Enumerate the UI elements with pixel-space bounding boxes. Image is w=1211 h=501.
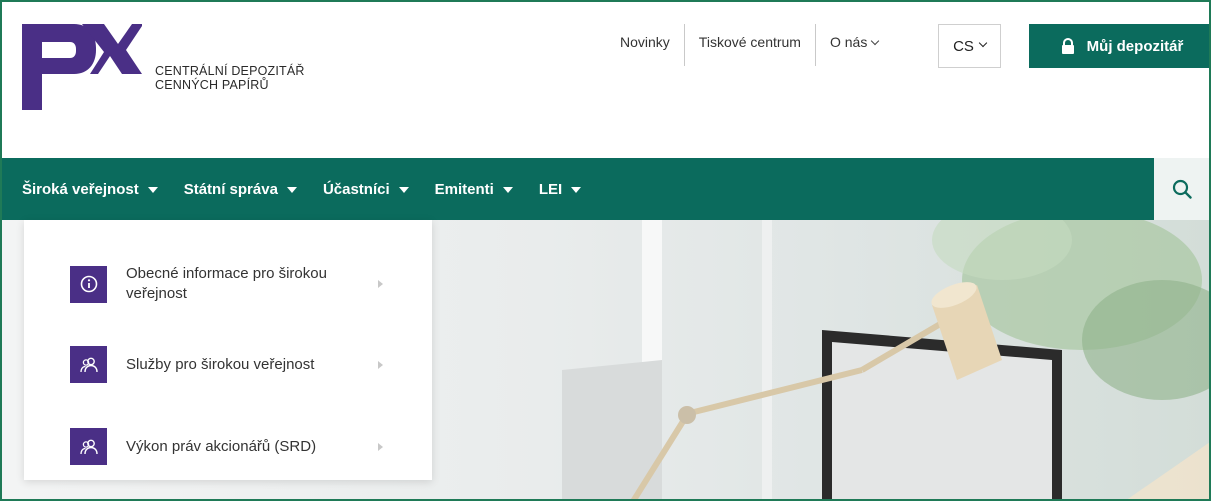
language-select[interactable]: CS: [938, 24, 1001, 68]
lock-icon: [1061, 38, 1074, 54]
chevron-down-icon: [978, 38, 988, 48]
caret-down-icon: [147, 187, 158, 193]
main-nav: Široká veřejnost Státní správa Účastníci…: [2, 158, 1209, 220]
dropdown-item-label: Obecné informace pro širokou veřejnost: [126, 265, 327, 302]
caret-down-icon: [286, 187, 297, 193]
dropdown-item-label: Výkon práv akcionářů (SRD): [126, 437, 317, 455]
dropdown-item-label: Služby pro širokou veřejnost: [126, 355, 315, 373]
nav-item-lei[interactable]: LEI: [538, 180, 582, 198]
site-header: CENTRÁLNÍ DEPOZITÁŘ CENNÝCH PAPÍRŮ Novin…: [2, 2, 1209, 158]
caret-right-icon: [378, 360, 383, 369]
nav-item-label: Účastníci: [322, 180, 390, 198]
nav-item-label: Státní správa: [183, 180, 278, 198]
link-press-center[interactable]: Tiskové centrum: [685, 24, 815, 66]
dropdown-item-general-info[interactable]: Obecné informace pro širokou veřejnost: [70, 264, 410, 304]
caret-right-icon: [378, 280, 383, 288]
nav-item-public[interactable]: Široká veřejnost: [22, 181, 158, 198]
chevron-down-icon: [871, 36, 880, 46]
people-icon: [70, 346, 107, 383]
nav-item-label: Široká veřejnost: [22, 180, 139, 198]
top-links: Novinky Tiskové centrum O nás: [606, 24, 892, 68]
nav-item-participants[interactable]: Účastníci: [323, 181, 409, 198]
caret-down-icon: [571, 187, 582, 193]
link-about-us-label: O nás: [829, 34, 868, 50]
info-icon: [70, 265, 107, 303]
brand-name: CENTRÁLNÍ DEPOZITÁŘ CENNÝCH PAPÍRŮ: [155, 64, 305, 92]
link-about-us[interactable]: O nás: [816, 24, 892, 66]
language-value: CS: [953, 37, 974, 55]
nav-item-label: LEI: [538, 180, 563, 198]
link-novinky[interactable]: Novinky: [606, 24, 684, 66]
search-icon: [1172, 179, 1192, 199]
brand-line-2: CENNÝCH PAPÍRŮ: [155, 78, 269, 92]
nav-item-state-admin[interactable]: Státní správa: [184, 181, 297, 198]
nav-dropdown-menu: Obecné informace pro širokou veřejnost S…: [24, 220, 432, 480]
nav-items: Široká veřejnost Státní správa Účastníci…: [22, 158, 607, 220]
nav-item-issuers[interactable]: Emitenti: [435, 181, 513, 198]
caret-down-icon: [398, 187, 409, 193]
caret-down-icon: [502, 187, 513, 193]
px-logo[interactable]: [22, 24, 142, 110]
dropdown-item-services[interactable]: Služby pro širokou veřejnost: [70, 346, 410, 383]
people-icon: [70, 428, 107, 465]
my-depository-button[interactable]: Můj depozitář: [1029, 24, 1209, 68]
caret-right-icon: [378, 442, 383, 451]
nav-item-label: Emitenti: [434, 180, 494, 198]
brand-line-1: CENTRÁLNÍ DEPOZITÁŘ: [155, 64, 305, 78]
my-depository-label: Můj depozitář: [1086, 37, 1184, 55]
page-frame: CENTRÁLNÍ DEPOZITÁŘ CENNÝCH PAPÍRŮ Novin…: [0, 0, 1211, 501]
search-button[interactable]: [1154, 158, 1209, 220]
dropdown-item-shareholder-rights[interactable]: Výkon práv akcionářů (SRD): [70, 428, 410, 465]
